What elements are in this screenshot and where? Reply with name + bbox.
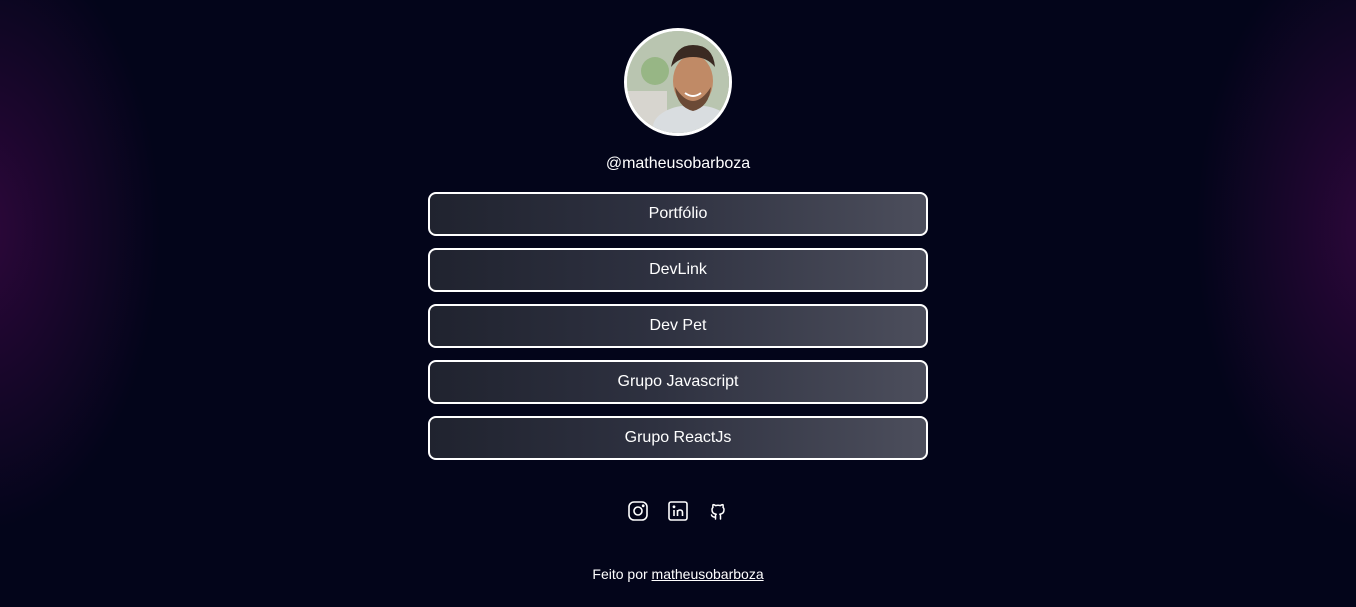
link-list: Portfólio DevLink Dev Pet Grupo Javascri… bbox=[428, 192, 928, 472]
link-button-grupo-javascript[interactable]: Grupo Javascript bbox=[428, 360, 928, 404]
footer-prefix: Feito por bbox=[592, 566, 648, 582]
avatar bbox=[624, 28, 732, 136]
footer-author-link[interactable]: matheusobarboza bbox=[652, 566, 764, 582]
linkedin-icon[interactable] bbox=[667, 500, 689, 522]
social-links bbox=[0, 500, 1356, 522]
link-button-devlink[interactable]: DevLink bbox=[428, 248, 928, 292]
page: @matheusobarboza Portfólio DevLink Dev P… bbox=[0, 0, 1356, 607]
link-button-portfolio[interactable]: Portfólio bbox=[428, 192, 928, 236]
github-icon[interactable] bbox=[707, 500, 729, 522]
avatar-photo bbox=[627, 31, 729, 133]
instagram-icon[interactable] bbox=[627, 500, 649, 522]
username: @matheusobarboza bbox=[605, 155, 751, 172]
link-button-dev-pet[interactable]: Dev Pet bbox=[428, 304, 928, 348]
link-button-grupo-reactjs[interactable]: Grupo ReactJs bbox=[428, 416, 928, 460]
footer: Feito por matheusobarboza bbox=[0, 566, 1356, 582]
